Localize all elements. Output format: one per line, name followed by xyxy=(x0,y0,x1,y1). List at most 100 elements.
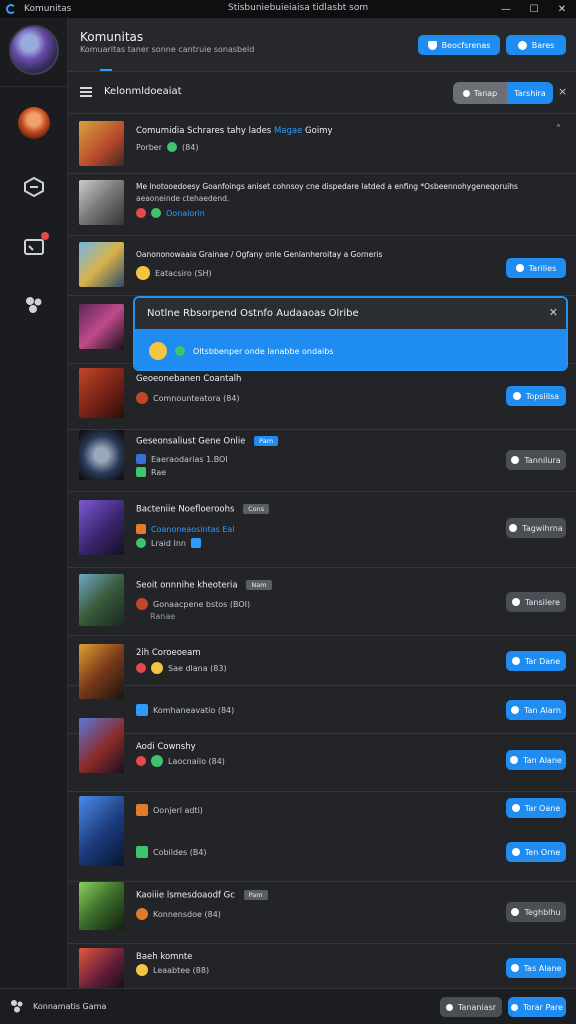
row-action-button[interactable]: Tan Alane xyxy=(506,750,566,770)
community-icon xyxy=(11,1000,23,1013)
item-title: Aodi Cownshy xyxy=(136,742,196,752)
list-item[interactable]: Cobildes (B4) Ten Orne xyxy=(68,836,576,882)
game-thumbnail xyxy=(79,882,124,930)
item-title: Baeh komnte xyxy=(136,952,193,962)
list-item[interactable]: Geoeonebanen Coantalh Comnounteatora (84… xyxy=(68,364,576,430)
row-action-label: Tan Alane xyxy=(523,755,562,765)
row-action-button[interactable]: Tansilere xyxy=(506,592,566,612)
gamepad-icon xyxy=(24,176,44,198)
list-item[interactable]: Me lnotooedoesy Goanfoings aniset cohnso… xyxy=(68,174,576,236)
row-action-button[interactable]: Tagwihrna xyxy=(506,518,566,538)
app-window: Komunitas Stisbuniebuieiaisa tidlasbt so… xyxy=(0,0,576,1024)
list-item[interactable]: Aodi Cownshy Laocnailo (84) Tan Alane xyxy=(68,718,576,792)
row-action-button[interactable]: Tarilies xyxy=(506,258,566,278)
item-meta: Gonaacpene bstos (BOI) xyxy=(136,598,250,610)
rail-item-profile[interactable] xyxy=(17,106,51,140)
list-item[interactable]: Geseonsaliust Gene Onlie Pam Eaeraodaria… xyxy=(68,430,576,492)
list-item[interactable]: Seoit onnnihe kheoteria Nam Gonaacpene b… xyxy=(68,568,576,636)
list-item[interactable]: Komhaneavatio (84) Tan Alarn xyxy=(68,686,576,734)
popup-close-icon[interactable]: ✕ xyxy=(549,306,558,319)
item-meta-line2: Lraid Inn xyxy=(136,538,201,548)
row-action-label: Tagwihrna xyxy=(522,523,563,533)
item-title: Comumidia Schrares tahy lades Magae Goim… xyxy=(136,126,333,136)
filter-left-label: Tanap xyxy=(473,88,498,98)
chevron-icon[interactable]: ˄ xyxy=(556,124,561,135)
list-item[interactable]: Comumidia Schrares tahy lades Magae Goim… xyxy=(68,114,576,174)
left-rail xyxy=(0,18,68,988)
list-item[interactable]: Bacteniie Noefloeroohs Cons Coanoneaosin… xyxy=(68,492,576,568)
join-icon xyxy=(510,964,519,972)
item-badge: Nam xyxy=(246,580,272,590)
community-list: Comumidia Schrares tahy lades Magae Goim… xyxy=(68,114,576,988)
list-item[interactable]: Oonjerl adti) Tar Oane xyxy=(68,792,576,866)
item-meta: Cobildes (B4) xyxy=(136,846,207,858)
row-action-label: Teghblhu xyxy=(524,907,561,917)
popup-message: Oltsbbenper onde lanabbe ondaibs xyxy=(193,346,334,356)
item-title: Geseonsaliust Gene Onlie Pam xyxy=(136,436,279,447)
bottom-secondary-button[interactable]: Tananiasr xyxy=(440,997,502,1017)
join-icon xyxy=(511,657,520,665)
game-icon xyxy=(136,392,148,404)
maximize-button[interactable]: ☐ xyxy=(520,0,548,18)
rail-item-community[interactable] xyxy=(17,288,51,322)
row-action-button[interactable]: Teghblhu xyxy=(506,902,566,922)
row-action-label: Tansilere xyxy=(524,597,561,607)
rail-item-games[interactable] xyxy=(17,170,51,204)
item-title-text: Seoit onnnihe kheoteria xyxy=(136,580,238,591)
game-thumbnail xyxy=(79,304,124,349)
filter-right-button[interactable]: Tarshira xyxy=(507,82,553,104)
list-item[interactable]: Kaoiiie lsmesdoaodf Gc Pam Konnensdoe (8… xyxy=(68,882,576,944)
user-avatar-icon xyxy=(18,107,50,139)
hamburger-menu-icon[interactable] xyxy=(80,87,92,97)
minimize-button[interactable]: — xyxy=(492,0,520,18)
item-title-text: Geseonsaliust Gene Onlie xyxy=(136,436,246,447)
item-meta-text2: Rae xyxy=(151,467,167,477)
bottom-primary-label: Torar Pare xyxy=(523,1002,563,1012)
toolbar-close-icon[interactable]: × xyxy=(558,85,567,98)
row-action-button[interactable]: Tannilura xyxy=(506,450,566,470)
row-action-button[interactable]: Tan Alarn xyxy=(506,700,566,720)
list-item[interactable]: Oanononowaaia Grainae / Ogfany onle Genl… xyxy=(68,236,576,296)
bottom-bar: Konnamatis Gama Tananiasr Torar Pare xyxy=(0,988,576,1024)
row-action-label: Tan Alarn xyxy=(524,705,561,715)
secondary-header-button[interactable]: Bares xyxy=(506,35,566,55)
primary-header-button[interactable]: Beocfsrenas xyxy=(418,35,500,55)
bottom-label: Konnamatis Gama xyxy=(33,1002,107,1011)
item-meta-line2: Rae xyxy=(136,467,166,477)
close-window-button[interactable]: ✕ xyxy=(548,0,576,18)
row-action-button[interactable]: Tar Dane xyxy=(506,651,566,671)
item-meta-text: Leaabtee (88) xyxy=(153,965,210,975)
join-icon xyxy=(511,908,520,916)
item-meta: Oonalorin xyxy=(136,208,205,218)
app-logo-icon xyxy=(6,4,16,14)
row-action-button[interactable]: Tas Alane xyxy=(506,958,566,978)
item-title: Oanononowaaia Grainae / Ogfany onle Genl… xyxy=(136,250,383,259)
row-action-button[interactable]: Tar Oane xyxy=(506,798,566,818)
rail-item-messages[interactable] xyxy=(17,230,51,264)
game-thumbnail xyxy=(79,121,124,166)
emoji-icon xyxy=(136,266,150,280)
filter-left-button[interactable]: Tanap xyxy=(453,82,507,104)
bottom-primary-button[interactable]: Torar Pare xyxy=(508,997,566,1017)
game-thumbnail xyxy=(79,242,124,287)
green-badge-icon xyxy=(151,208,161,218)
toggle-icon xyxy=(462,89,470,97)
game-thumbnail xyxy=(79,718,124,773)
list-item[interactable]: 2ih Coroeoeam Sae dlana (83) Tar Dane xyxy=(68,636,576,699)
notification-popup[interactable]: Notlne Rbsorpend Ostnfo Audaaoas Olribe … xyxy=(133,296,568,371)
green-icon xyxy=(136,538,146,548)
profile-avatar[interactable] xyxy=(9,25,59,75)
item-meta-text: Eatacsiro (SH) xyxy=(155,268,212,278)
list-item[interactable]: Baeh komnte Leaabtee (88) Tas Alane xyxy=(68,944,576,988)
green-badge-icon xyxy=(151,755,163,767)
item-title: Bacteniie Noefloeroohs Cons xyxy=(136,504,270,515)
join-icon xyxy=(511,598,520,606)
red-badge-icon xyxy=(136,208,146,218)
green-icon xyxy=(136,467,146,477)
item-title: 2ih Coroeoeam xyxy=(136,648,201,658)
row-action-button[interactable]: Topsiilsa xyxy=(506,386,566,406)
row-action-label: Tarilies xyxy=(528,263,557,273)
row-action-button[interactable]: Ten Orne xyxy=(506,842,566,862)
filter-toggle: Tanap Tarshira xyxy=(453,82,553,104)
item-meta-count: (84) xyxy=(182,142,199,152)
